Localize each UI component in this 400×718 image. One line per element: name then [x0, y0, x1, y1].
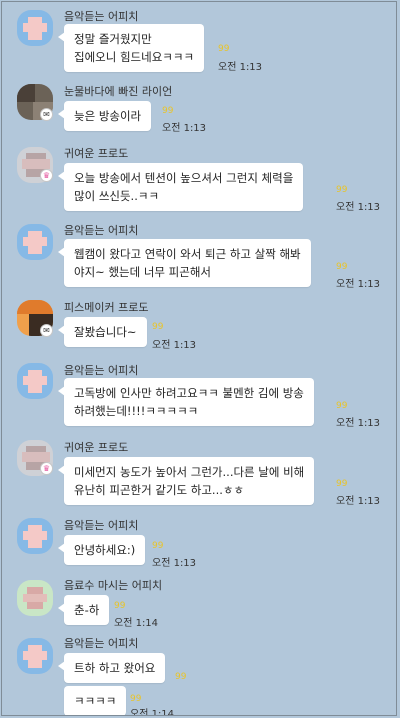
unread-count: 99 — [114, 601, 126, 611]
message-bubble[interactable]: 웹캠이 왔다고 연락이 와서 퇴근 하고 살짝 해봐 야지~ 했는데 너무 피곤… — [58, 239, 311, 287]
avatar[interactable] — [17, 10, 53, 46]
timestamp: 오전 1:14 — [130, 709, 175, 716]
message-bubble[interactable]: 잘봤습니다~ — [58, 317, 147, 347]
message-line: 하려했는데!!!!ㅋㅋㅋㅋㅋ — [74, 404, 199, 418]
avatar[interactable] — [17, 224, 53, 260]
sender-name: 피스메이커 프로도 — [64, 301, 149, 314]
avatar[interactable] — [17, 580, 53, 616]
timestamp: 오전 1:14 — [114, 618, 159, 629]
sender-name: 음악듣는 어피치 — [64, 10, 139, 23]
message-line: 안녕하세요:) — [74, 543, 136, 557]
crown-icon: ♛ — [40, 462, 53, 475]
sender-name: 눈물바다에 빠진 라이언 — [64, 85, 173, 98]
message-line: 야지~ 했는데 너무 피곤해서 — [74, 265, 211, 279]
message-line: 유난히 피곤한거 같기도 하고...ㅎㅎ — [74, 483, 245, 497]
message-line: 잘봤습니다~ — [74, 325, 137, 339]
sender-name: 귀여운 프로도 — [64, 147, 129, 160]
message-bubble[interactable]: 안녕하세요:) — [57, 535, 146, 565]
message-line: 미세먼지 농도가 높아서 그런가...다른 날에 비해 — [74, 465, 305, 479]
chat-window: 음악듣는 어피치 정말 즐거웠지만 집에오니 힘드네요ㅋㅋㅋ 99 오전 1:1… — [1, 1, 397, 716]
message-bubble[interactable]: 미세먼지 농도가 높아서 그런가...다른 날에 비해 유난히 피곤한거 같기도… — [57, 457, 315, 505]
chat-icon: ✉ — [40, 324, 53, 337]
sender-name: 귀여운 프로도 — [64, 441, 129, 454]
sender-name: 음악듣는 어피치 — [64, 637, 139, 650]
message-line: 트하 하고 왔어요 — [74, 661, 156, 675]
unread-count: 99 — [162, 106, 174, 116]
timestamp: 오전 1:13 — [336, 418, 381, 429]
timestamp: 오전 1:13 — [336, 279, 381, 290]
unread-count: 99 — [175, 672, 187, 682]
chat-icon: ✉ — [40, 108, 53, 121]
timestamp: 오전 1:13 — [162, 123, 207, 134]
timestamp: 오전 1:13 — [336, 202, 381, 213]
sender-name: 음악듣는 어피치 — [64, 224, 139, 237]
crown-icon: ♛ — [40, 169, 53, 182]
message-line: 고독방에 인사만 하려고요ㅋㅋ 불멘한 김에 방송 — [74, 386, 304, 400]
unread-count: 99 — [130, 694, 142, 704]
timestamp: 오전 1:13 — [336, 496, 381, 507]
unread-count: 99 — [336, 185, 348, 195]
message-bubble[interactable]: 트하 하고 왔어요 — [57, 653, 166, 683]
sender-name: 음악듣는 어피치 — [64, 519, 139, 532]
timestamp: 오전 1:13 — [152, 340, 197, 351]
unread-count: 99 — [152, 322, 164, 332]
unread-count: 99 — [152, 541, 164, 551]
message-bubble[interactable]: 정말 즐거웠지만 집에오니 힘드네요ㅋㅋㅋ — [57, 24, 205, 72]
avatar[interactable] — [17, 363, 53, 399]
timestamp: 오전 1:13 — [218, 62, 263, 73]
message-bubble[interactable]: 고독방에 인사만 하려고요ㅋㅋ 불멘한 김에 방송 하려했는데!!!!ㅋㅋㅋㅋㅋ — [58, 378, 314, 426]
message-line: 춘-하 — [74, 603, 100, 617]
message-bubble[interactable]: 늦은 방송이라 — [57, 101, 152, 131]
unread-count: 99 — [336, 262, 348, 272]
unread-count: 99 — [218, 44, 230, 54]
message-bubble[interactable]: 춘-하 — [57, 595, 110, 625]
message-line: 많이 쓰신듯..ㅋㅋ — [74, 189, 160, 203]
sender-name: 음악듣는 어피치 — [64, 364, 139, 377]
message-line: 늦은 방송이라 — [74, 109, 142, 123]
unread-count: 99 — [336, 401, 348, 411]
timestamp: 오전 1:13 — [152, 558, 197, 569]
avatar[interactable] — [17, 518, 53, 554]
message-line: 웹캠이 왔다고 연락이 와서 퇴근 하고 살짝 해봐 — [74, 247, 301, 261]
message-bubble[interactable]: ㅋㅋㅋㅋ — [64, 686, 127, 715]
message-bubble[interactable]: 오늘 방송에서 텐션이 높으셔서 그런지 체력을 많이 쓰신듯..ㅋㅋ — [57, 163, 304, 211]
avatar[interactable] — [17, 638, 53, 674]
sender-name: 음료수 마시는 어피치 — [64, 579, 163, 592]
message-line: 집에오니 힘드네요ㅋㅋㅋ — [74, 50, 195, 64]
message-line: 오늘 방송에서 텐션이 높으셔서 그런지 체력을 — [74, 171, 294, 185]
message-line: ㅋㅋㅋㅋ — [74, 694, 117, 708]
unread-count: 99 — [336, 479, 348, 489]
message-line: 정말 즐거웠지만 — [74, 32, 152, 46]
